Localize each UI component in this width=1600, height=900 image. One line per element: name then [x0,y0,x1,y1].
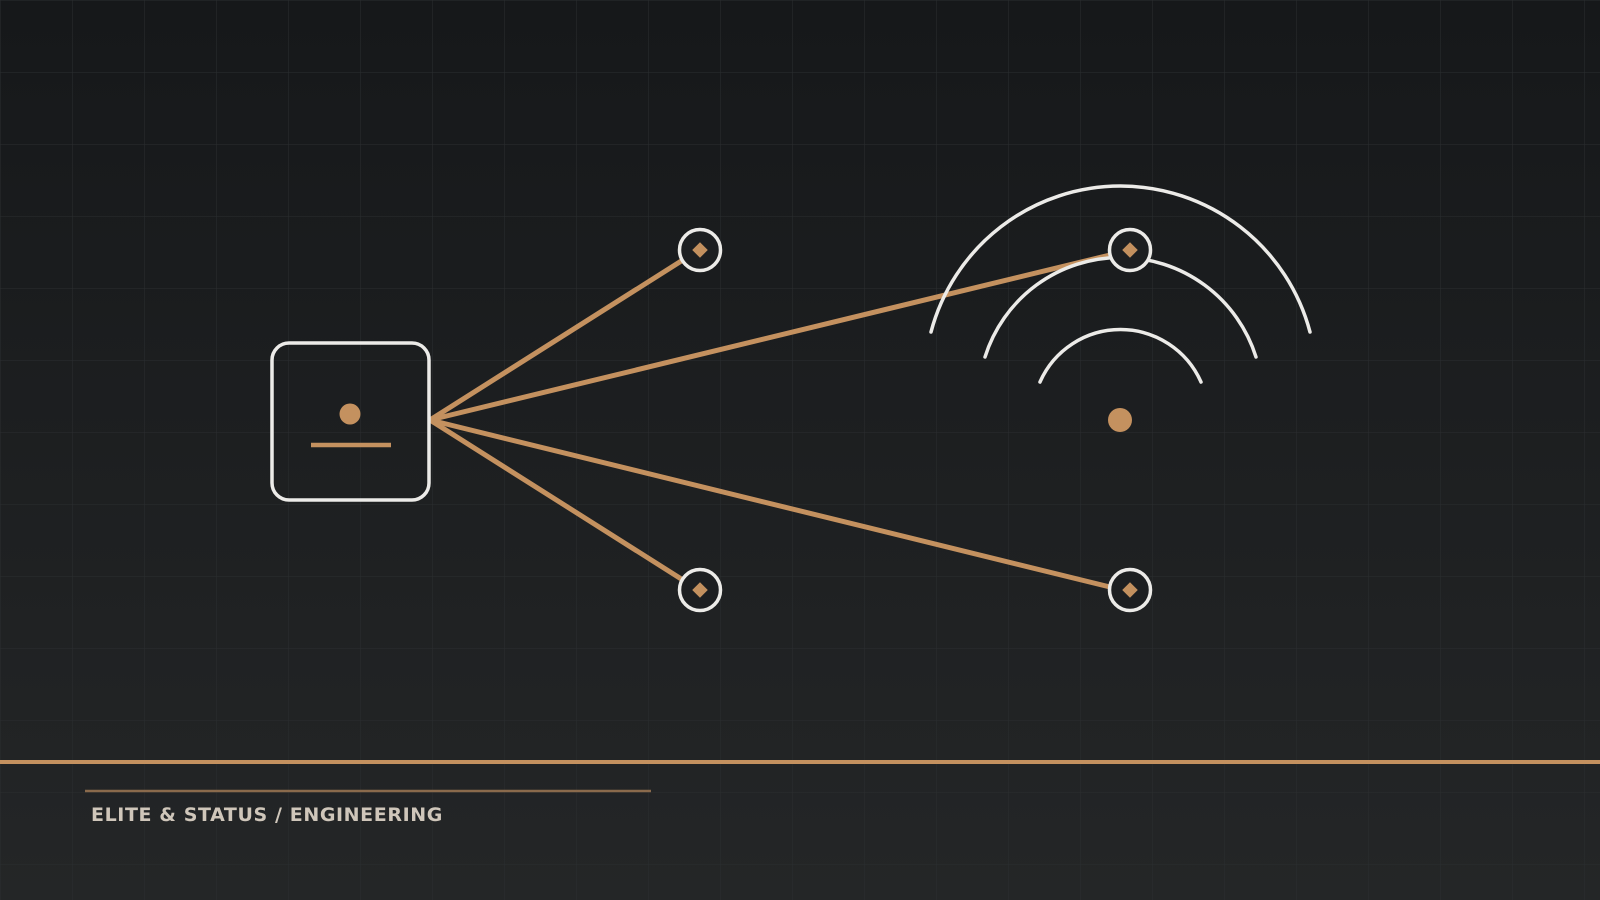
node-bottom-far [1107,567,1153,613]
node-top-near [677,227,723,273]
diagram-canvas [0,0,1600,900]
hub-indicator-dot [339,403,361,425]
footer-label: ELITE & STATUS / ENGINEERING [91,804,443,826]
node-top-far [1107,227,1153,273]
node-bottom-near [677,567,723,613]
background-grid [0,0,1600,900]
signal-source-dot [1108,408,1132,432]
